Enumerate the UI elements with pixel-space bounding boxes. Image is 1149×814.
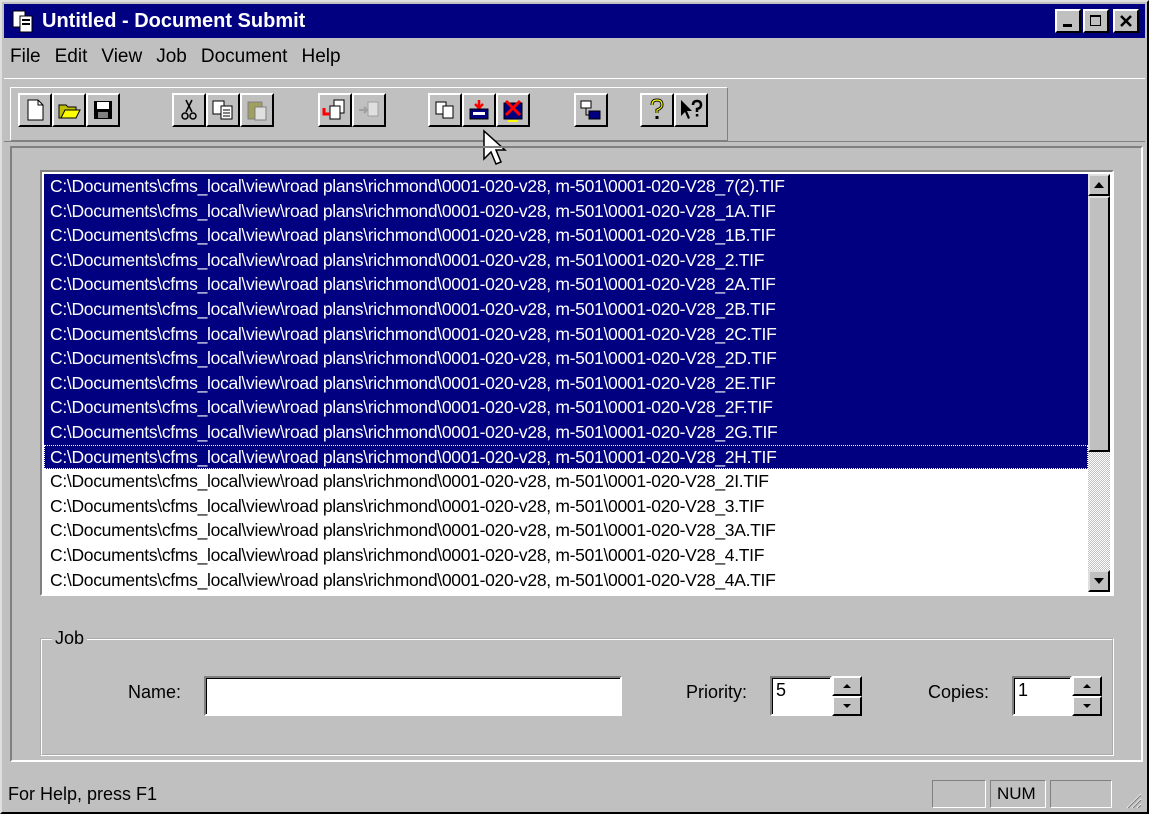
list-item[interactable]: C:\Documents\cfms_local\view\road plans\… [44, 494, 1088, 519]
minimize-icon [1063, 24, 1072, 27]
properties-icon [580, 100, 601, 120]
save-icon [94, 101, 112, 119]
list-item[interactable]: C:\Documents\cfms_local\view\road plans\… [44, 223, 1088, 248]
submit-button[interactable] [462, 93, 496, 127]
priority-input[interactable]: 5 [770, 676, 832, 716]
spin-up-icon [1083, 684, 1091, 688]
copies-down-button[interactable] [1072, 696, 1102, 716]
arrow-up-icon [1094, 182, 1104, 188]
copies-up-button[interactable] [1072, 676, 1102, 696]
copy-button[interactable] [206, 93, 240, 127]
help-icon [650, 98, 664, 119]
status-text: For Help, press F1 [8, 784, 158, 804]
title-bar[interactable]: Untitled - Document Submit [4, 4, 1145, 38]
menu-bar: File Edit View Job Document Help [4, 42, 349, 72]
context-help-button[interactable] [674, 93, 708, 127]
menu-file[interactable]: File [4, 46, 47, 68]
maximize-icon [1090, 15, 1101, 26]
list-item[interactable]: C:\Documents\cfms_local\view\road plans\… [44, 419, 1088, 445]
open-icon [58, 104, 81, 119]
minimize-button[interactable] [1055, 9, 1081, 33]
save-button[interactable] [86, 93, 120, 127]
list-item[interactable]: C:\Documents\cfms_local\view\road plans\… [44, 395, 1088, 420]
duplicate-button[interactable] [428, 93, 462, 127]
priority-down-button[interactable] [832, 696, 862, 716]
duplicate-icon [435, 101, 454, 119]
scroll-up-button[interactable] [1088, 174, 1110, 196]
list-item[interactable]: C:\Documents\cfms_local\view\road plans\… [44, 174, 1088, 199]
priority-label: Priority: [686, 682, 748, 702]
menu-document[interactable]: Document [195, 46, 294, 68]
name-label: Name: [128, 682, 182, 702]
close-button[interactable] [1113, 9, 1139, 33]
list-item[interactable]: C:\Documents\cfms_local\view\road plans\… [44, 321, 1088, 347]
add-document-icon [322, 99, 345, 120]
scroll-down-button[interactable] [1088, 570, 1110, 592]
list-item[interactable]: C:\Documents\cfms_local\view\road plans\… [44, 370, 1088, 396]
cut-button[interactable] [172, 93, 206, 127]
copies-input[interactable]: 1 [1012, 676, 1072, 716]
new-button[interactable] [18, 93, 52, 127]
list-item[interactable]: C:\Documents\cfms_local\view\road plans\… [44, 518, 1088, 543]
window-title: Untitled - Document Submit [42, 9, 306, 32]
vertical-scrollbar[interactable] [1088, 174, 1110, 592]
spin-down-icon [843, 704, 851, 708]
spin-up-icon [843, 684, 851, 688]
list-item[interactable]: C:\Documents\cfms_local\view\road plans\… [44, 568, 1088, 593]
clear-button[interactable] [496, 93, 530, 127]
job-group-label: Job [52, 628, 88, 649]
copies-spinner[interactable] [1072, 676, 1102, 716]
scroll-thumb[interactable] [1088, 196, 1110, 452]
menu-edit[interactable]: Edit [49, 46, 94, 68]
priority-up-button[interactable] [832, 676, 862, 696]
copy-icon [212, 100, 233, 120]
client-area: C:\Documents\cfms_local\view\road plans\… [10, 146, 1143, 762]
clear-icon [503, 99, 523, 122]
help-button[interactable] [640, 93, 674, 127]
app-window: Untitled - Document Submit File Edit Vie… [0, 0, 1149, 814]
list-item[interactable]: C:\Documents\cfms_local\view\road plans\… [44, 198, 1088, 224]
maximize-button[interactable] [1083, 9, 1109, 33]
paste-button[interactable] [240, 93, 274, 127]
list-item[interactable]: C:\Documents\cfms_local\view\road plans\… [44, 469, 1088, 494]
paste-icon [247, 101, 267, 121]
list-item[interactable]: C:\Documents\cfms_local\view\road plans\… [44, 296, 1088, 322]
status-indicator-num: NUM [990, 780, 1046, 808]
copies-label: Copies: [928, 682, 990, 702]
cut-icon [181, 99, 197, 120]
close-icon [1120, 15, 1132, 27]
toolbar [4, 78, 1145, 165]
list-item[interactable]: C:\Documents\cfms_local\view\road plans\… [44, 543, 1088, 568]
properties-button[interactable] [574, 93, 608, 127]
status-indicator-caps [932, 780, 986, 808]
arrow-down-icon [1094, 578, 1104, 584]
status-bar: For Help, press F1 NUM [4, 776, 1145, 812]
list-item[interactable]: C:\Documents\cfms_local\view\road plans\… [44, 444, 1088, 470]
remove-document-icon [359, 101, 379, 117]
spin-down-icon [1083, 704, 1091, 708]
open-button[interactable] [52, 93, 86, 127]
status-indicator-scrl [1050, 780, 1112, 808]
job-groupbox: Job Name: Priority: 5 Copies: 1 [40, 628, 1114, 756]
document-list: C:\Documents\cfms_local\view\road plans\… [44, 174, 1088, 592]
menu-help[interactable]: Help [295, 46, 346, 68]
priority-spinner[interactable] [832, 676, 862, 716]
list-item[interactable]: C:\Documents\cfms_local\view\road plans\… [44, 247, 1088, 273]
name-input[interactable] [204, 676, 622, 716]
remove-document-button[interactable] [352, 93, 386, 127]
menu-job[interactable]: Job [150, 46, 193, 68]
list-item[interactable]: C:\Documents\cfms_local\view\road plans\… [44, 346, 1088, 371]
document-listbox[interactable]: C:\Documents\cfms_local\view\road plans\… [40, 170, 1114, 596]
list-item[interactable]: C:\Documents\cfms_local\view\road plans\… [44, 272, 1088, 297]
new-icon [27, 99, 44, 121]
app-icon [12, 10, 33, 33]
submit-icon [469, 100, 489, 120]
menu-view[interactable]: View [95, 46, 148, 68]
add-document-button[interactable] [318, 93, 352, 127]
context-help-icon [681, 99, 703, 119]
resize-grip-icon[interactable] [1123, 790, 1143, 810]
